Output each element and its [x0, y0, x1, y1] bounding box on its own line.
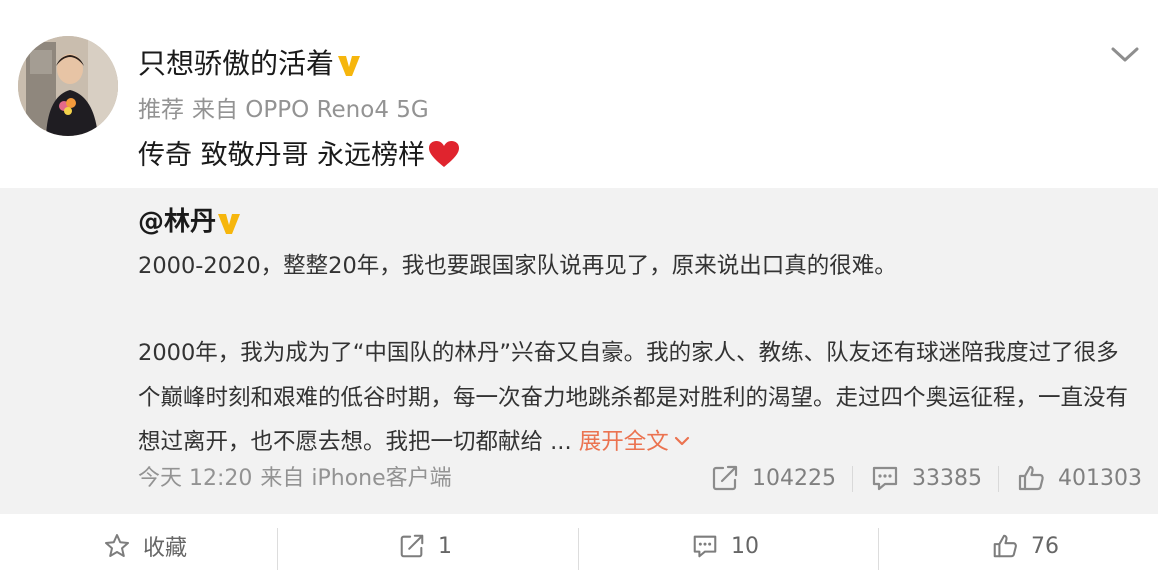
post-text: 传奇 致敬丹哥 永远榜样: [138, 136, 461, 176]
favorite-label: 收藏: [142, 536, 187, 561]
repost-like-stat[interactable]: 401303: [1016, 460, 1142, 496]
repost-card[interactable]: @林丹 2000-2020，整整20年，我也要跟国家队说再见了，原来说出口真的很…: [0, 188, 1158, 514]
divider: [277, 528, 278, 570]
expand-full-text-link[interactable]: 展开全文: [579, 429, 691, 455]
divider: [878, 528, 879, 570]
comment-button[interactable]: 10: [580, 514, 870, 578]
comment-count: 33385: [912, 465, 982, 491]
username[interactable]: 只想骄傲的活着: [138, 44, 334, 84]
original-paragraph-2: 2000年，我为成为了“中国队的林丹”兴奋又自豪。我的家人、教练、队友还有球迷陪…: [138, 331, 1138, 465]
repost-comment-stat[interactable]: 33385: [870, 460, 982, 496]
post-header: 只想骄傲的活着 推荐 来自 OPPO Reno4 5G 传奇 致敬丹哥 永远榜样: [0, 0, 1158, 188]
repost-share-stat[interactable]: 104225: [710, 460, 836, 496]
avatar-photo: [18, 36, 118, 136]
repost-time: 今天 12:20: [138, 466, 253, 491]
comment-action-count: 10: [731, 533, 759, 559]
post-source: 来自 OPPO Reno4 5G: [192, 97, 429, 123]
favorite-button[interactable]: 收藏: [0, 514, 290, 578]
divider: [998, 466, 999, 492]
repost-footer: 今天 12:20 来自 iPhone客户端: [138, 462, 452, 496]
expand-label: 展开全文: [578, 429, 669, 455]
comment-icon: [693, 535, 717, 558]
repost-source: 来自 iPhone客户端: [260, 466, 452, 491]
comment-icon: [872, 466, 898, 491]
post-meta: 推荐 来自 OPPO Reno4 5G: [138, 94, 429, 126]
share-action-count: 1: [438, 533, 452, 559]
share-button[interactable]: 1: [280, 514, 570, 578]
thumbs-up-icon: [1018, 465, 1044, 491]
verified-badge-icon: [338, 56, 360, 76]
share-count: 104225: [752, 465, 836, 491]
original-author[interactable]: @林丹: [138, 202, 216, 242]
chevron-down-icon: [674, 436, 689, 446]
share-icon: [400, 534, 424, 558]
avatar[interactable]: [18, 36, 118, 136]
action-bar: 收藏 1 10 76: [0, 514, 1158, 578]
recommend-tag: 推荐: [138, 97, 184, 123]
like-count: 401303: [1058, 465, 1142, 491]
original-paragraph-1: 2000-2020，整整20年，我也要跟国家队说再见了，原来说出口真的很难。: [138, 253, 897, 279]
like-action-count: 76: [1031, 533, 1059, 559]
like-button[interactable]: 76: [880, 514, 1158, 578]
divider: [852, 466, 853, 492]
share-icon: [712, 465, 738, 491]
verified-badge-icon: [218, 214, 240, 234]
post-text-content: 传奇 致敬丹哥 永远榜样: [138, 140, 426, 171]
thumbs-up-icon: [993, 534, 1017, 558]
star-icon: [104, 534, 129, 557]
divider: [578, 528, 579, 570]
chevron-down-icon[interactable]: [1106, 40, 1144, 70]
heart-emoji-icon: [429, 141, 460, 167]
